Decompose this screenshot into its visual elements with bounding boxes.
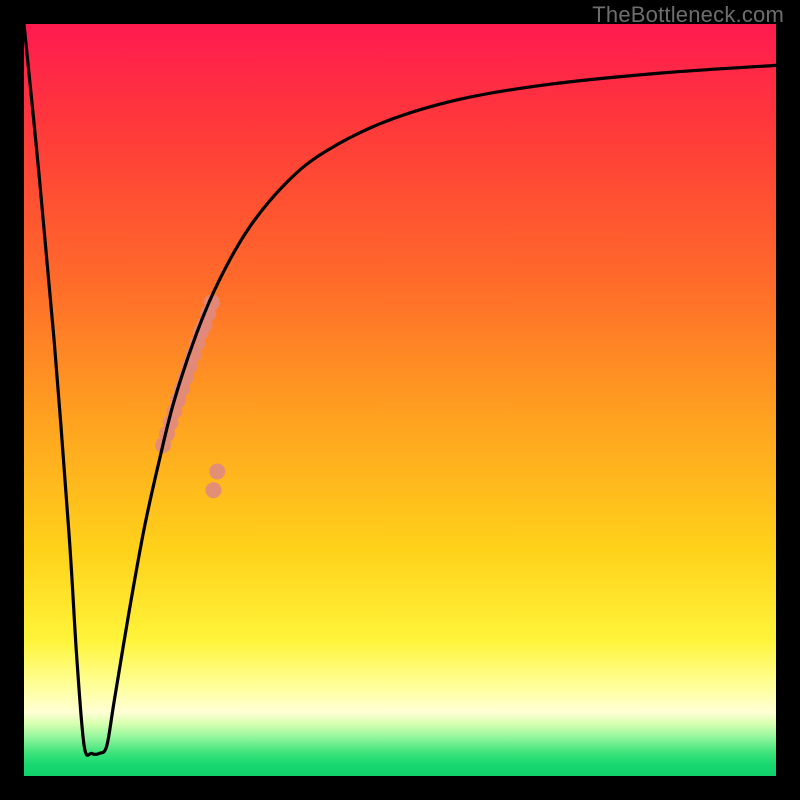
highlight-dot [209,463,225,479]
chart-svg [24,24,776,776]
plot-area [24,24,776,776]
chart-frame: TheBottleneck.com [0,0,800,800]
highlight-dots-group [155,294,225,498]
highlight-dot [206,482,222,498]
bottleneck-curve [24,24,776,755]
